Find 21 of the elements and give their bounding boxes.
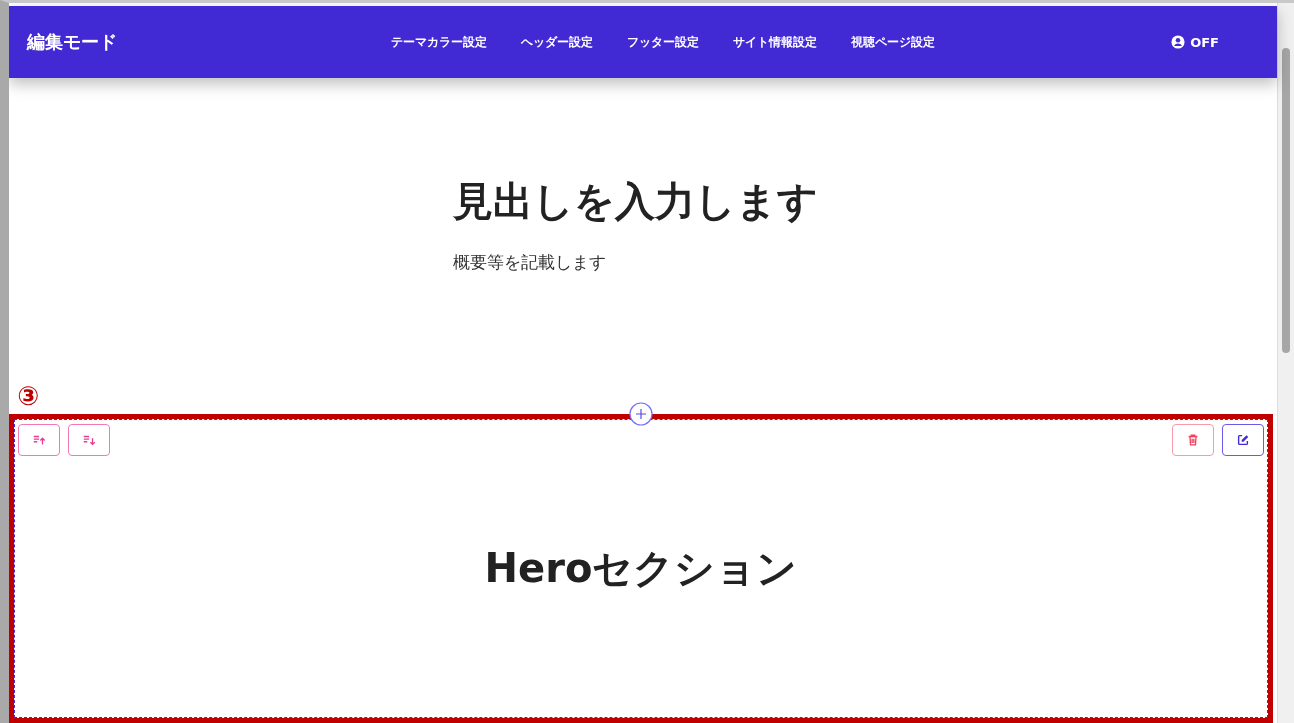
nav-link[interactable]: テーマカラー設定 <box>391 33 487 51</box>
nav-link[interactable]: フッター設定 <box>627 33 699 51</box>
user-icon <box>1171 35 1186 49</box>
sort-down-icon <box>82 433 96 447</box>
section-title: Heroセクション <box>483 544 799 593</box>
summary-text: 概要等を記載します <box>453 251 607 274</box>
move-down-button[interactable] <box>68 424 110 456</box>
move-up-button[interactable] <box>18 424 60 456</box>
delete-button[interactable] <box>1172 424 1214 456</box>
nav-link[interactable]: ヘッダー設定 <box>521 33 593 51</box>
nav-link[interactable]: 視聴ページ設定 <box>851 33 935 51</box>
edit-icon <box>1236 433 1250 447</box>
edit-button[interactable] <box>1222 424 1264 456</box>
trash-icon <box>1186 433 1200 447</box>
sort-up-icon <box>32 433 46 447</box>
app-title: 編集モード <box>27 30 118 54</box>
heading: 見出しを入力します <box>453 177 819 226</box>
add-section-icon[interactable] <box>629 402 653 426</box>
edit-mode-toggle[interactable]: OFF <box>1029 34 1259 50</box>
annotation-number: ③ <box>17 381 39 411</box>
nav-link[interactable]: サイト情報設定 <box>733 33 817 51</box>
